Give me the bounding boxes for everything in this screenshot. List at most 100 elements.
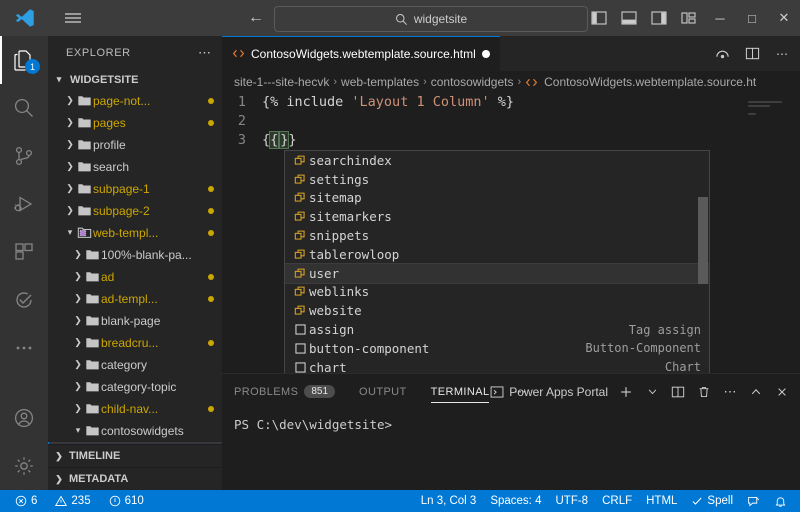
tree-item[interactable]: ❯ subpage-2 bbox=[48, 200, 222, 222]
tab-problems[interactable]: PROBLEMS 851 bbox=[234, 374, 336, 409]
sidebar-item-explorer[interactable]: 1 bbox=[0, 36, 48, 84]
sidebar-item-source-control[interactable] bbox=[0, 132, 48, 180]
suggestion-item[interactable]: website bbox=[285, 301, 709, 320]
tree-item[interactable]: ❯ breadcru... bbox=[48, 332, 222, 354]
arrow-left-icon[interactable]: ← bbox=[248, 10, 264, 26]
split-icon[interactable] bbox=[666, 380, 690, 404]
tree-item[interactable]: ❯ category bbox=[48, 354, 222, 376]
tree-item-label: contosowidgets bbox=[101, 423, 184, 438]
tree-item[interactable]: ❯ ad bbox=[48, 266, 222, 288]
minimap[interactable] bbox=[742, 93, 800, 373]
tree-item[interactable]: ❯ blank-page bbox=[48, 310, 222, 332]
maximize-button[interactable]: □ bbox=[736, 0, 768, 36]
terminal-output[interactable]: PS C:\dev\widgetsite> bbox=[222, 409, 800, 490]
breadcrumb[interactable]: site-1---site-hecvk › web-templates › contos… bbox=[222, 71, 800, 93]
feedback-icon[interactable] bbox=[740, 490, 767, 512]
breadcrumb-separator: › bbox=[517, 76, 522, 88]
tab-contoso-widgets-webtemplate[interactable]: ContosoWidgets.webtemplate.source.html bbox=[222, 36, 501, 71]
tree-item[interactable]: ▾ contosowidgets bbox=[48, 420, 222, 442]
suggestion-item[interactable]: settings bbox=[285, 170, 709, 189]
file-tree[interactable]: ❯ page-not... ❯ pages ❯ profile ❯ search ❯ subpag… bbox=[48, 90, 222, 444]
ellipsis-icon[interactable]: ⋯ bbox=[768, 40, 796, 68]
trash-icon[interactable] bbox=[692, 380, 716, 404]
sidebar-section-timeline[interactable]: ❯ TIMELINE bbox=[48, 444, 222, 467]
suggestion-scrollbar[interactable] bbox=[698, 197, 708, 284]
minimize-button[interactable]: ─ bbox=[704, 0, 736, 36]
sidebar-item-extensions[interactable] bbox=[0, 228, 48, 276]
close-button[interactable]: ✕ bbox=[768, 0, 800, 36]
gauge-icon[interactable] bbox=[708, 40, 736, 68]
suggestion-widget[interactable]: searchindex settings sitemap sitemarkers sni… bbox=[284, 150, 710, 373]
tree-item[interactable]: ❯ subpage-1 bbox=[48, 178, 222, 200]
breadcrumb-item[interactable]: site-1---site-hecvk bbox=[234, 75, 329, 89]
suggestion-item[interactable]: weblinks bbox=[285, 283, 709, 302]
suggestion-item[interactable]: sitemap bbox=[285, 189, 709, 208]
status-indentation[interactable]: Spaces: 4 bbox=[483, 490, 548, 512]
tab-problems-label: PROBLEMS bbox=[234, 385, 299, 398]
hamburger-menu-icon[interactable] bbox=[50, 0, 96, 36]
chevron-right-icon: ❯ bbox=[74, 315, 82, 326]
bell-dot-icon[interactable] bbox=[767, 490, 794, 512]
suggestion-item[interactable]: button-component Button-Component bbox=[285, 339, 709, 358]
ellipsis-icon[interactable]: ⋯ bbox=[718, 380, 742, 404]
tab-terminal[interactable]: TERMINAL bbox=[430, 374, 490, 409]
plus-icon[interactable] bbox=[614, 380, 638, 404]
account-icon[interactable] bbox=[0, 394, 48, 442]
sidebar-item-run-and-debug[interactable] bbox=[0, 180, 48, 228]
suggestion-item[interactable]: assign Tag assign bbox=[285, 320, 709, 339]
toggle-secondary-sidebar-icon[interactable] bbox=[644, 0, 674, 36]
suggestion-item[interactable]: user bbox=[285, 262, 709, 284]
suggestion-item[interactable]: snippets bbox=[285, 226, 709, 245]
status-encoding[interactable]: UTF-8 bbox=[548, 490, 595, 512]
module-icon bbox=[291, 210, 309, 223]
terminal-selector[interactable]: Power Apps Portal bbox=[490, 385, 608, 399]
tree-item[interactable]: ❯ 100%-blank-pa... bbox=[48, 244, 222, 266]
close-icon[interactable] bbox=[770, 380, 794, 404]
tree-item[interactable]: ▾ web-templ... bbox=[48, 222, 222, 244]
tree-item[interactable]: ContosoWidg bbox=[48, 441, 222, 444]
breadcrumb-item[interactable]: contosowidgets bbox=[431, 75, 514, 89]
sidebar-section-metadata[interactable]: ❯ METADATA bbox=[48, 467, 222, 490]
status-eol[interactable]: CRLF bbox=[595, 490, 639, 512]
quick-open-search-input[interactable]: widgetsite bbox=[274, 6, 588, 32]
toggle-panel-icon[interactable] bbox=[614, 0, 644, 36]
status-infos[interactable]: 610 bbox=[102, 490, 151, 512]
tab-terminal-label: TERMINAL bbox=[430, 385, 490, 398]
status-spell-checker[interactable]: Spell bbox=[684, 490, 740, 512]
status-language-mode[interactable]: HTML bbox=[639, 490, 684, 512]
module-icon bbox=[291, 191, 309, 204]
split-editor-icon[interactable] bbox=[738, 40, 766, 68]
tree-item[interactable]: ❯ ad-templ... bbox=[48, 288, 222, 310]
tab-output[interactable]: OUTPUT bbox=[359, 374, 407, 409]
tree-item[interactable]: ❯ pages bbox=[48, 112, 222, 134]
breadcrumb-item[interactable]: web-templates bbox=[341, 75, 419, 89]
tree-item[interactable]: ❯ category-topic bbox=[48, 376, 222, 398]
suggestion-item[interactable]: chart Chart bbox=[285, 358, 709, 373]
suggestion-list[interactable]: searchindex settings sitemap sitemarkers sni… bbox=[285, 151, 709, 373]
suggestion-item[interactable]: searchindex bbox=[285, 151, 709, 170]
suggestion-detail: Tag assign bbox=[628, 322, 701, 337]
tree-item-label: profile bbox=[93, 137, 126, 152]
chevron-up-icon[interactable] bbox=[744, 380, 768, 404]
additional-views-icon[interactable] bbox=[0, 324, 48, 372]
tree-item[interactable]: ❯ search bbox=[48, 156, 222, 178]
customize-layout-icon[interactable] bbox=[674, 0, 704, 36]
suggestion-item[interactable]: sitemarkers bbox=[285, 207, 709, 226]
sidebar-item-search[interactable] bbox=[0, 84, 48, 132]
code-editor[interactable]: 1 {% include 'Layout 1 Column' %} 2 3 {{… bbox=[222, 93, 800, 373]
tree-item[interactable]: ❯ page-not... bbox=[48, 90, 222, 112]
modified-indicator bbox=[208, 405, 214, 412]
sidebar-item-testing[interactable] bbox=[0, 276, 48, 324]
ellipsis-icon[interactable]: ⋯ bbox=[198, 45, 212, 61]
status-warnings[interactable]: 235 bbox=[48, 490, 97, 512]
gear-icon[interactable] bbox=[0, 442, 48, 490]
tree-item[interactable]: ❯ profile bbox=[48, 134, 222, 156]
chevron-down-icon[interactable] bbox=[640, 380, 664, 404]
status-cursor-position[interactable]: Ln 3, Col 3 bbox=[414, 490, 484, 512]
toggle-primary-sidebar-icon[interactable] bbox=[584, 0, 614, 36]
status-errors[interactable]: 6 bbox=[8, 490, 44, 512]
suggestion-item[interactable]: tablerowloop bbox=[285, 245, 709, 264]
workspace-section-header[interactable]: ▾ WIDGETSITE bbox=[48, 69, 222, 90]
tree-item[interactable]: ❯ child-nav... bbox=[48, 398, 222, 420]
breadcrumb-item[interactable]: ContosoWidgets.webtemplate.source.ht bbox=[544, 75, 756, 89]
